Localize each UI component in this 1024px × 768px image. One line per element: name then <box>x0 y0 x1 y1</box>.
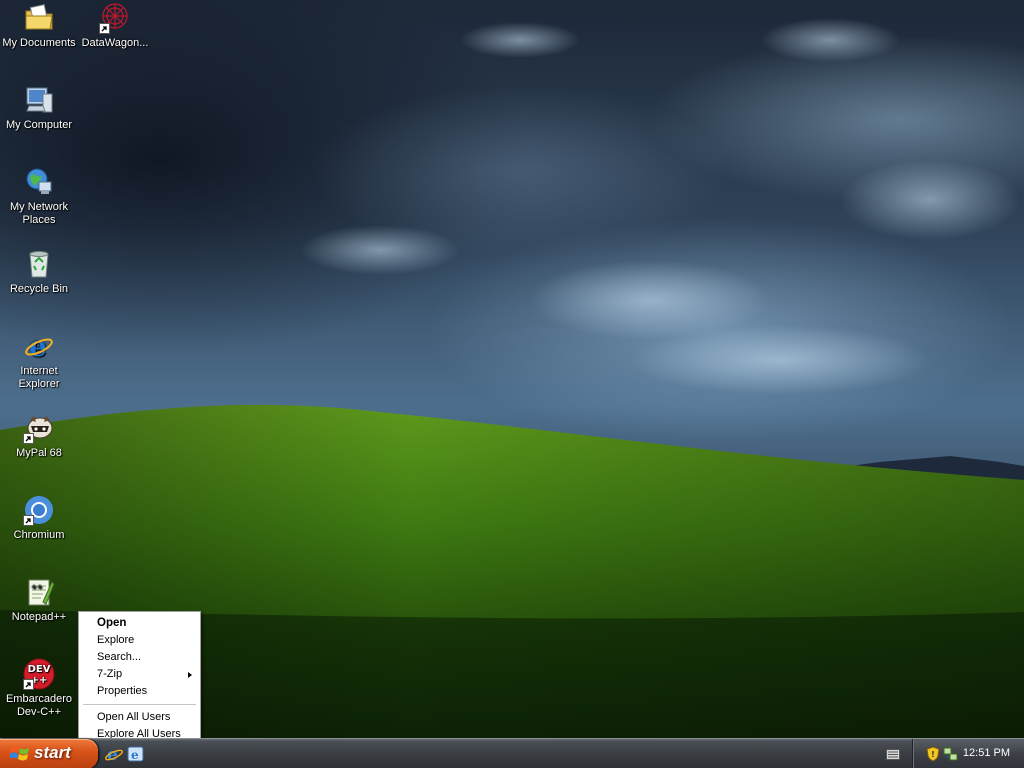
menu-item-explore[interactable]: Explore <box>81 632 198 649</box>
desktop-icon-my-documents[interactable]: My Documents <box>1 2 77 50</box>
network-places-icon <box>23 166 55 198</box>
notepad-plus-plus-icon: ++ <box>23 576 55 608</box>
menu-item-label: 7-Zip <box>97 668 123 680</box>
internet-explorer-icon: e <box>23 330 55 363</box>
menu-item-7zip[interactable]: 7-Zip <box>81 666 198 683</box>
datawagon-icon <box>99 2 131 34</box>
internet-explorer-icon[interactable]: e <box>104 744 124 765</box>
menu-item-label: Explore <box>97 634 135 646</box>
svg-text:!: ! <box>931 750 935 759</box>
shortcut-arrow-icon <box>23 679 34 690</box>
desktop-icon-label: Recycle Bin <box>9 283 69 295</box>
keyboard-icon[interactable] <box>886 749 900 760</box>
shortcut-arrow-icon <box>99 23 110 34</box>
desktop-icon-label: MyPal 68 <box>16 447 62 459</box>
menu-item-label: Open All Users <box>97 711 171 723</box>
system-tray: ! 12:51 PM <box>912 739 1024 768</box>
svg-text:e: e <box>131 748 139 762</box>
mypal-icon <box>23 412 55 444</box>
clock[interactable]: 12:51 PM <box>963 747 1010 759</box>
recycle-bin-icon <box>23 248 55 280</box>
shortcut-arrow-icon <box>23 515 34 526</box>
menu-item-label: Properties <box>97 685 148 697</box>
desktop-icon-internet-explorer[interactable]: e Internet Explorer <box>1 330 77 391</box>
my-computer-icon <box>23 84 55 116</box>
submenu-arrow-icon <box>188 672 192 678</box>
desktop-icon-my-network-places[interactable]: My Network Places <box>1 166 77 227</box>
desktop-icon-label: My Network Places <box>9 201 69 226</box>
desktop-icon-chromium[interactable]: Chromium <box>1 494 77 542</box>
desktop-icon-label: Notepad++ <box>11 611 67 623</box>
start-button[interactable]: start <box>0 739 98 768</box>
svg-text:DEV: DEV <box>28 664 51 675</box>
menu-item-properties[interactable]: Properties <box>81 683 198 700</box>
my-documents-icon <box>23 2 55 34</box>
menu-item-open-all-users[interactable]: Open All Users <box>81 709 198 726</box>
menu-separator <box>83 704 196 705</box>
menu-item-open[interactable]: Open <box>81 615 198 632</box>
svg-text:++: ++ <box>31 583 43 591</box>
desktop-icon-label: Chromium <box>13 529 65 541</box>
desktop-icon-label: DataWagon... <box>81 37 149 49</box>
windows-flag-icon <box>9 745 30 768</box>
shortcut-arrow-icon <box>23 433 34 444</box>
menu-item-label: Open <box>97 617 127 629</box>
network-icon[interactable] <box>943 746 959 762</box>
security-shield-icon[interactable]: ! <box>925 746 941 762</box>
chromium-icon <box>23 494 55 526</box>
desktop-icon-my-computer[interactable]: My Computer <box>1 84 77 132</box>
context-menu: Open Explore Search... 7-Zip Properties … <box>78 611 201 744</box>
desktop-icon-label: Embarcadero Dev-C++ <box>5 693 73 718</box>
desktop-icon-recycle-bin[interactable]: Recycle Bin <box>1 248 77 296</box>
desktop-icon-devcpp[interactable]: DEV ++ Embarcadero Dev-C++ <box>1 658 77 719</box>
desktop-icon-mypal[interactable]: MyPal 68 <box>1 412 77 460</box>
menu-item-search[interactable]: Search... <box>81 649 198 666</box>
menu-item-label: Search... <box>97 651 142 663</box>
start-label: start <box>34 743 71 762</box>
taskbar: start e e ! 12:51 PM <box>0 738 1024 768</box>
desktop-icon-label: My Documents <box>2 37 76 49</box>
devcpp-icon: DEV ++ <box>23 658 55 690</box>
desktop-icon-label: My Computer <box>5 119 73 131</box>
desktop-icon-datawagon[interactable]: DataWagon... <box>77 2 153 50</box>
ie-settings-icon[interactable]: e <box>126 744 146 764</box>
desktop-icon-label: Internet Explorer <box>18 365 60 390</box>
desktop-icon-notepad-plus-plus[interactable]: ++ Notepad++ <box>1 576 77 624</box>
